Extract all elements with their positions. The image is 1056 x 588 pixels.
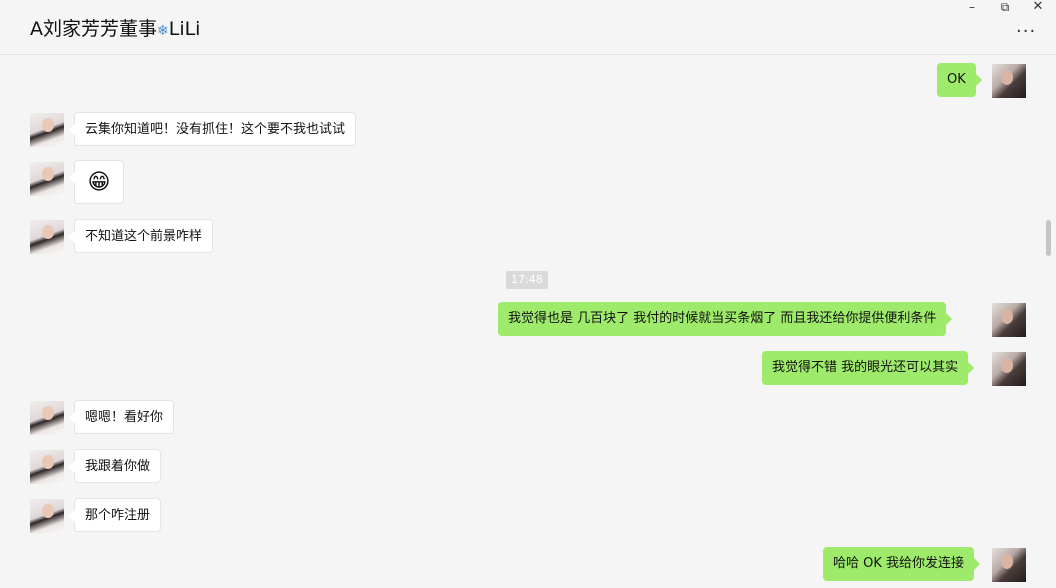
my-avatar[interactable] <box>992 303 1026 337</box>
contact-avatar[interactable] <box>30 113 64 147</box>
snowflake-icon: ❄ <box>157 23 169 39</box>
my-avatar[interactable] <box>992 352 1026 386</box>
contact-avatar[interactable] <box>30 450 64 484</box>
chat-header: A刘家芳芳董事❄LiLi – ⧉ ✕ ··· <box>0 0 1056 55</box>
chat-title-prefix: A刘家芳芳董事 <box>30 18 157 40</box>
message-bubble-incoming[interactable]: 云集你知道吧！没有抓住！这个要不我也试试 <box>68 112 357 146</box>
chat-title-suffix: LiLi <box>168 18 201 40</box>
contact-avatar[interactable] <box>30 162 64 196</box>
grin-emoji-icon[interactable]: 😁 <box>69 160 124 204</box>
close-button[interactable]: ✕ <box>1021 0 1055 14</box>
chat-title: A刘家芳芳董事❄LiLi <box>30 17 200 43</box>
message-bubble-outgoing[interactable]: 我觉得也是 几百块了 我付的时候就当买条烟了 而且我还给你提供便利条件 <box>498 302 953 336</box>
message-bubble-outgoing[interactable]: OK <box>937 63 982 97</box>
scrollbar[interactable] <box>1046 220 1051 256</box>
message-bubble-incoming[interactable]: 嗯嗯！看好你 <box>68 400 175 434</box>
chat-timestamp: 17:48 <box>506 271 548 289</box>
my-avatar[interactable] <box>992 548 1026 582</box>
message-bubble-incoming[interactable]: 我跟着你做 <box>68 449 162 483</box>
message-bubble-outgoing[interactable]: 哈哈 OK 我给你发连接 <box>823 547 981 581</box>
contact-avatar[interactable] <box>30 220 64 254</box>
contact-avatar[interactable] <box>30 499 64 533</box>
minimize-button[interactable]: – <box>955 0 989 14</box>
contact-avatar[interactable] <box>30 401 64 435</box>
message-bubble-incoming[interactable]: 不知道这个前景咋样 <box>68 219 214 253</box>
message-bubble-outgoing[interactable]: 我觉得不错 我的眼光还可以其实 <box>762 351 975 385</box>
restore-button[interactable]: ⧉ <box>988 0 1022 14</box>
more-options-icon[interactable]: ··· <box>1016 23 1036 41</box>
my-avatar[interactable] <box>992 64 1026 98</box>
message-bubble-incoming[interactable]: 那个咋注册 <box>68 498 162 532</box>
